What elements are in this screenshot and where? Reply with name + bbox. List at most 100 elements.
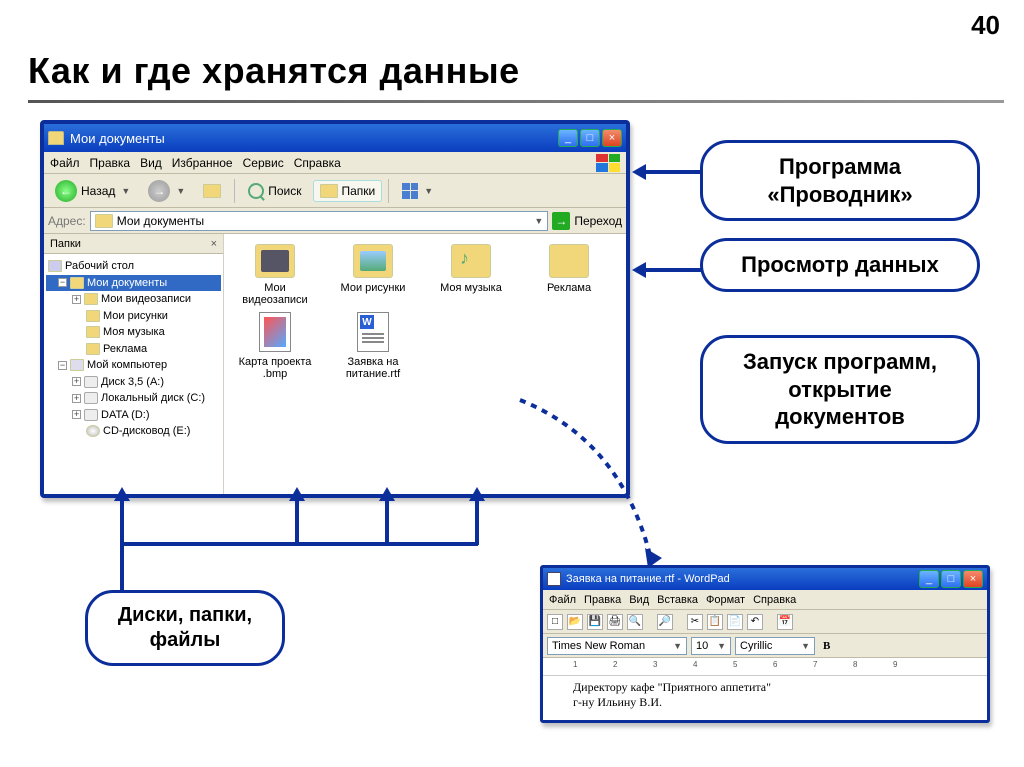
tree-header: Папки × [44,234,223,254]
up-button[interactable] [196,180,228,202]
wordpad-app-icon [547,572,561,586]
item-videos[interactable]: Мои видеозаписи [230,244,320,306]
bold-button[interactable]: B [819,640,834,652]
item-request-rtf[interactable]: Заявка на питание.rtf [328,312,418,380]
item-map-bmp[interactable]: Карта проекта .bmp [230,312,320,380]
save-icon[interactable]: 💾 [587,614,603,630]
explorer-window: Мои документы _ □ × Файл Правка Вид Избр… [40,120,630,498]
arrow [475,500,479,545]
wordpad-title: Заявка на питание.rtf - WordPad [566,573,730,585]
tree-desktop[interactable]: Рабочий стол [46,258,221,275]
maximize-button[interactable]: □ [941,570,961,588]
wp-menu-view[interactable]: Вид [629,594,649,606]
find-icon[interactable]: 🔎 [657,614,673,630]
go-label[interactable]: Переход [574,214,622,228]
go-button[interactable]: → [552,212,570,230]
address-label: Адрес: [48,214,86,228]
menu-file[interactable]: Файл [50,156,80,170]
wp-menu-help[interactable]: Справка [753,594,796,606]
expand-icon[interactable]: + [72,394,81,403]
back-button[interactable]: ← Назад ▼ [48,176,137,206]
paste-icon[interactable]: 📄 [727,614,743,630]
tree-mydocs[interactable]: −Мои документы [46,275,221,292]
cut-icon[interactable]: ✂ [687,614,703,630]
fontsize-select[interactable]: 10▼ [691,637,731,655]
tree-ads[interactable]: Реклама [46,341,221,358]
item-music[interactable]: Моя музыка [426,244,516,306]
separator [388,179,389,203]
callout-disks-folders: Диски, папки, файлы [85,590,285,666]
preview-icon[interactable]: 🔍 [627,614,643,630]
desktop-icon [48,260,62,272]
drive-icon [84,409,98,421]
arrowhead-icon [114,487,130,501]
menu-edit[interactable]: Правка [90,156,131,170]
forward-button[interactable]: → ▼ [141,176,192,206]
minimize-button[interactable]: _ [919,570,939,588]
new-icon[interactable]: □ [547,614,563,630]
arrowhead-icon [289,487,305,501]
folder-icon [451,244,491,278]
copy-icon[interactable]: 📋 [707,614,723,630]
doc-line: Директору кафе "Приятного аппетита" [573,680,957,695]
tree-music[interactable]: Моя музыка [46,324,221,341]
close-panel-button[interactable]: × [211,238,217,250]
explorer-menubar: Файл Правка Вид Избранное Сервис Справка [44,152,626,174]
close-button[interactable]: × [602,129,622,147]
windows-flag-icon [596,154,620,172]
back-label: Назад [81,184,115,198]
tree-pictures[interactable]: Мои рисунки [46,308,221,325]
wordpad-window: Заявка на питание.rtf - WordPad _ □ × Фа… [540,565,990,723]
expand-icon[interactable]: + [72,295,81,304]
close-button[interactable]: × [963,570,983,588]
collapse-icon[interactable]: − [58,278,67,287]
folder-icon [549,244,589,278]
expand-icon[interactable]: + [72,410,81,419]
open-icon[interactable]: 📂 [567,614,583,630]
folder-up-icon [203,184,221,198]
menu-tools[interactable]: Сервис [243,156,284,170]
floppy-icon [84,376,98,388]
wp-menu-file[interactable]: Файл [549,594,576,606]
wordpad-document[interactable]: Директору кафе "Приятного аппетита" г-ну… [543,676,987,720]
tree-floppy[interactable]: +Диск 3,5 (A:) [46,374,221,391]
expand-icon[interactable]: + [72,377,81,386]
menu-favorites[interactable]: Избранное [172,156,233,170]
collapse-icon[interactable]: − [58,361,67,370]
wp-menu-format[interactable]: Формат [706,594,745,606]
search-label: Поиск [268,184,301,198]
address-input[interactable]: Мои документы ▼ [90,211,549,231]
explorer-titlebar[interactable]: Мои документы _ □ × [44,124,626,152]
menu-view[interactable]: Вид [140,156,162,170]
page-number: 40 [971,10,1000,41]
wordpad-titlebar[interactable]: Заявка на питание.rtf - WordPad _ □ × [543,568,987,590]
callout-open-docs: Запуск программ, открытие документов [700,335,980,444]
wp-menu-insert[interactable]: Вставка [657,594,698,606]
item-ads[interactable]: Реклама [524,244,614,306]
datetime-icon[interactable]: 📅 [777,614,793,630]
folder-tree-panel: Папки × Рабочий стол −Мои документы +Мои… [44,234,224,494]
arrow [645,170,701,174]
address-value: Мои документы [117,214,204,228]
font-select[interactable]: Times New Roman▼ [547,637,687,655]
minimize-button[interactable]: _ [558,129,578,147]
tree-mypc[interactable]: −Мой компьютер [46,357,221,374]
script-select[interactable]: Cyrillic▼ [735,637,815,655]
folders-button[interactable]: Папки [313,180,383,202]
folder-icon [255,244,295,278]
tree-localc[interactable]: +Локальный диск (C:) [46,390,221,407]
tree-videos[interactable]: +Мои видеозаписи [46,291,221,308]
print-icon[interactable]: 🖨 [607,614,623,630]
arrow [385,500,389,545]
wp-menu-edit[interactable]: Правка [584,594,621,606]
tree-cdrom[interactable]: CD-дисковод (E:) [46,423,221,440]
menu-help[interactable]: Справка [294,156,341,170]
tree-datad[interactable]: +DATA (D:) [46,407,221,424]
arrow [295,500,299,545]
views-button[interactable]: ▼ [395,179,440,203]
search-button[interactable]: Поиск [241,179,308,203]
undo-icon[interactable]: ↶ [747,614,763,630]
item-pictures[interactable]: Мои рисунки [328,244,418,306]
maximize-button[interactable]: □ [580,129,600,147]
wordpad-toolbar: □ 📂 💾 🖨 🔍 🔎 ✂ 📋 📄 ↶ 📅 [543,610,987,634]
